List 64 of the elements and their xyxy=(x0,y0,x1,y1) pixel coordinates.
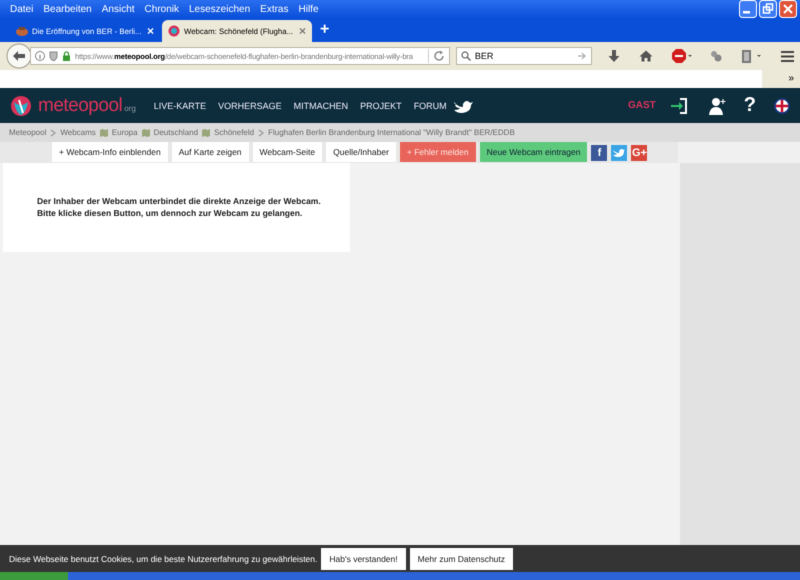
map-icon xyxy=(142,128,150,136)
download-icon[interactable] xyxy=(608,49,620,63)
action-button[interactable]: Quelle/Inhaber xyxy=(326,142,396,162)
favicon-icon xyxy=(16,25,28,37)
map-icon xyxy=(202,128,210,136)
nav-link[interactable]: FORUM xyxy=(408,100,453,110)
chevron-icon xyxy=(50,128,56,136)
clipboard-icon[interactable] xyxy=(741,49,764,63)
menu-item[interactable]: Extras xyxy=(255,4,294,14)
menu-item[interactable]: Hilfe xyxy=(294,4,324,14)
search-icon xyxy=(460,51,471,61)
breadcrumb-link[interactable]: Meteopool xyxy=(9,128,46,137)
twitter-button[interactable] xyxy=(611,144,628,160)
user-add-icon[interactable] xyxy=(708,96,726,114)
search-field[interactable]: BER xyxy=(456,47,592,65)
nav-link[interactable]: LIVE-KARTE xyxy=(148,100,212,110)
nav-link[interactable]: PROJEKT xyxy=(354,100,408,110)
breadcrumb-link[interactable]: Deutschland xyxy=(154,128,198,137)
language-flag-icon[interactable] xyxy=(774,98,790,114)
tab-close[interactable]: × xyxy=(146,24,154,38)
home-icon[interactable] xyxy=(639,50,654,62)
chevron-icon xyxy=(258,128,264,136)
cookie-text: Diese Webseite benutzt Cookies, um die beste Nutzererfahrung zu gewährleisten. xyxy=(9,554,318,564)
menu-item[interactable]: Datei xyxy=(5,4,38,14)
new-tab-button[interactable]: + xyxy=(314,21,330,39)
help-link[interactable]: ? xyxy=(744,94,756,117)
cookie-button[interactable]: Hab's verstanden! xyxy=(321,548,406,570)
action-button[interactable]: Neue Webcam eintragen xyxy=(480,142,588,162)
menu-item[interactable]: Ansicht xyxy=(96,4,140,14)
lock-icon xyxy=(62,51,71,61)
logo-icon xyxy=(168,25,180,37)
menu-item[interactable]: Chronik xyxy=(140,4,184,14)
info-icon xyxy=(35,51,45,61)
breadcrumb-link[interactable]: Flughafen Berlin Brandenburg International "Willy Brandt" BER/EDDB xyxy=(268,128,515,137)
facebook-button[interactable]: f xyxy=(591,144,608,160)
breadcrumb-link[interactable]: Europa xyxy=(112,128,138,137)
menu-item[interactable]: Leseszeichen xyxy=(184,4,256,14)
tab-close[interactable]: × xyxy=(298,24,306,38)
notice-text: Der Inhaber der Webcam unterbindet die direkte Anzeige der Webcam. xyxy=(37,195,322,207)
action-button[interactable]: + Webcam-Info einblenden xyxy=(52,142,168,162)
google-plus-button[interactable]: G+ xyxy=(631,144,648,160)
map-icon xyxy=(100,128,108,136)
breadcrumb-link[interactable]: Schönefeld xyxy=(214,128,254,137)
minimize-button[interactable] xyxy=(739,0,757,18)
back-button[interactable] xyxy=(6,43,32,69)
reload-icon[interactable] xyxy=(432,50,445,62)
action-button[interactable]: Auf Karte zeigen xyxy=(172,142,249,162)
restore-button[interactable] xyxy=(759,0,777,18)
site-logo[interactable]: meteopool org xyxy=(38,94,136,116)
nav-link[interactable]: VORHERSAGE xyxy=(212,100,288,110)
bookmarks-overflow[interactable]: » xyxy=(762,70,800,88)
shield-icon xyxy=(49,51,58,61)
adblock-icon[interactable] xyxy=(672,49,692,63)
action-button[interactable]: Webcam-Seite xyxy=(252,142,322,162)
menu-item[interactable]: Bearbeiten xyxy=(38,4,97,14)
cookie-button[interactable]: Mehr zum Datenschutz xyxy=(410,548,514,570)
menu-icon[interactable] xyxy=(781,50,794,62)
breadcrumb-link[interactable]: Webcams xyxy=(60,128,96,137)
notice-text: Bitte klicke diesen Button, um dennoch zur Webcam zu gelangen. xyxy=(37,207,304,219)
bird-icon xyxy=(613,148,626,158)
login-icon[interactable] xyxy=(670,98,688,114)
nav-link[interactable]: MITMACHEN xyxy=(288,100,354,110)
close-button[interactable] xyxy=(779,0,797,18)
logo-icon xyxy=(10,94,32,116)
